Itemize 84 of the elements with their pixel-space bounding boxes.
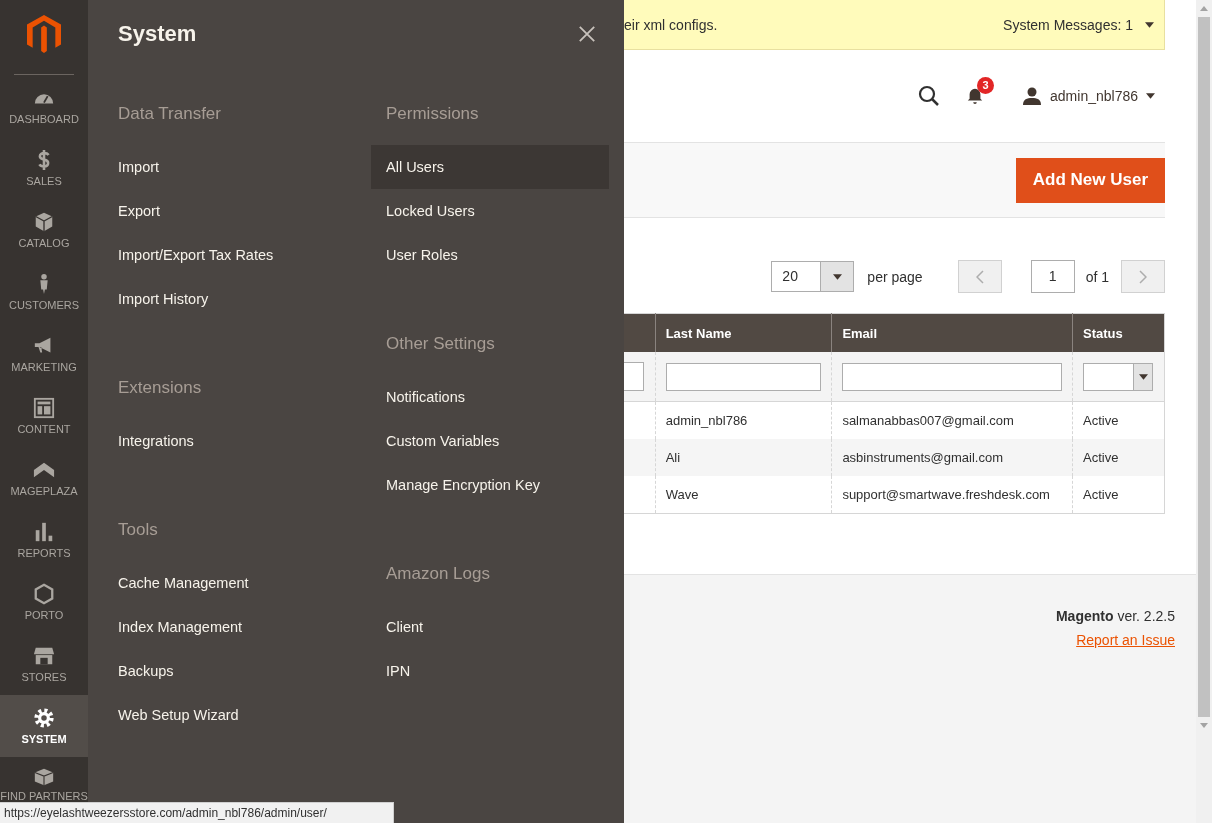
nav-item[interactable]: SALES [0,137,88,199]
menu-item[interactable]: Import [103,145,341,189]
nav-item[interactable]: STORES [0,633,88,695]
hexagon-icon [33,583,55,605]
column-header[interactable]: Last Name [655,313,832,352]
table-cell: Active [1072,439,1165,476]
notification-count: 3 [977,77,995,94]
storefront-icon [33,645,55,667]
table-cell: support@smartwave.freshdesk.com [831,476,1073,514]
menu-item[interactable]: Index Management [103,605,341,649]
column-header[interactable]: Status [1072,313,1165,352]
settings-icon [33,707,55,729]
section-heading: Tools [118,519,158,541]
menu-item[interactable]: Integrations [103,419,341,463]
scroll-up-icon[interactable] [1200,6,1208,11]
version-text: Magento ver. 2.2.5 [1055,608,1175,624]
nav-item[interactable]: FIND PARTNERS [0,757,88,802]
scroll-down-icon[interactable] [1200,723,1208,728]
caret-icon [1138,373,1148,380]
menu-item[interactable]: Export [103,189,341,233]
scrollbar[interactable] [1196,0,1212,823]
menu-item[interactable]: Locked Users [371,189,609,233]
menu-item[interactable]: User Roles [371,233,609,277]
user-icon [1022,86,1043,106]
table-cell: Ali [655,439,832,476]
previous-page-button[interactable] [957,260,1002,293]
bell-icon[interactable] [966,87,985,105]
table-cell: Wave [655,476,832,514]
table-cell: Active [1072,476,1165,514]
nav-item[interactable]: DASHBOARD [0,75,88,137]
nav-item[interactable]: MAGEPLAZA [0,447,88,509]
logo-icon[interactable] [27,15,61,53]
menu-item[interactable]: Client [371,605,609,649]
layout-icon [33,397,55,419]
filter-field[interactable] [665,362,822,391]
section-heading: Extensions [118,377,202,399]
menu-item[interactable]: IPN [371,649,609,693]
page-field[interactable]: 1 [1030,260,1075,293]
section-heading: Data Transfer [118,103,221,125]
caret-icon [832,273,842,280]
chevron-left-icon [975,269,984,284]
column-header[interactable]: Email [831,313,1073,352]
search-icon[interactable] [918,85,941,107]
system-messages-toggle[interactable]: System Messages: 1 [1003,16,1154,33]
table-cell: asbinstruments@gmail.com [831,439,1073,476]
per-page-label: per page [867,268,923,285]
bar-chart-icon [33,521,55,543]
nav-item[interactable]: REPORTS [0,509,88,571]
menu-item[interactable]: All Users [371,145,609,189]
menu-item[interactable]: Notifications [371,375,609,419]
scroll-thumb[interactable] [1198,17,1210,717]
menu-item[interactable]: Backups [103,649,341,693]
section-heading: Permissions [386,103,479,125]
page-count: of 1 [1085,268,1109,285]
menu-item[interactable]: Cache Management [103,561,341,605]
status-url: https://eyelashtweezersstore.com/admin_nbl786/admin/user/ [0,802,394,823]
user-menu[interactable]: admin_nbl786 [1022,86,1155,106]
nav-item[interactable]: CATALOG [0,199,88,261]
menu-item[interactable]: Web Setup Wizard [103,693,341,737]
nav-item[interactable]: CONTENT [0,385,88,447]
menu-item[interactable]: Manage Encryption Key [371,463,609,507]
add-new-user-button[interactable]: Add New User [1015,157,1165,203]
menu-item[interactable]: Import/Export Tax Rates [103,233,341,277]
section-heading: Other Settings [386,333,495,355]
menu-item[interactable]: Import History [103,277,341,321]
message-text: eir xml configs. [624,16,718,33]
panel-title: System [118,21,197,47]
caret-icon [1145,21,1154,28]
nav-item[interactable]: PORTO [0,571,88,633]
nav-item[interactable]: CUSTOMERS [0,261,88,323]
filter-field[interactable] [624,362,644,391]
section-heading: Amazon Logs [386,563,490,585]
status-filter-select[interactable] [1083,362,1153,391]
next-page-button[interactable] [1121,260,1165,293]
menu-item[interactable]: Custom Variables [371,419,609,463]
brick-icon [33,766,55,788]
per-page-select[interactable]: 20 [771,261,855,292]
nav-item[interactable]: MARKETING [0,323,88,385]
caret-icon [1146,93,1155,99]
close-icon[interactable] [578,25,596,43]
box-icon [33,211,55,233]
filter-field[interactable] [842,362,1062,391]
nav-item[interactable]: SYSTEM [0,695,88,757]
chevron-right-icon [1139,269,1147,284]
